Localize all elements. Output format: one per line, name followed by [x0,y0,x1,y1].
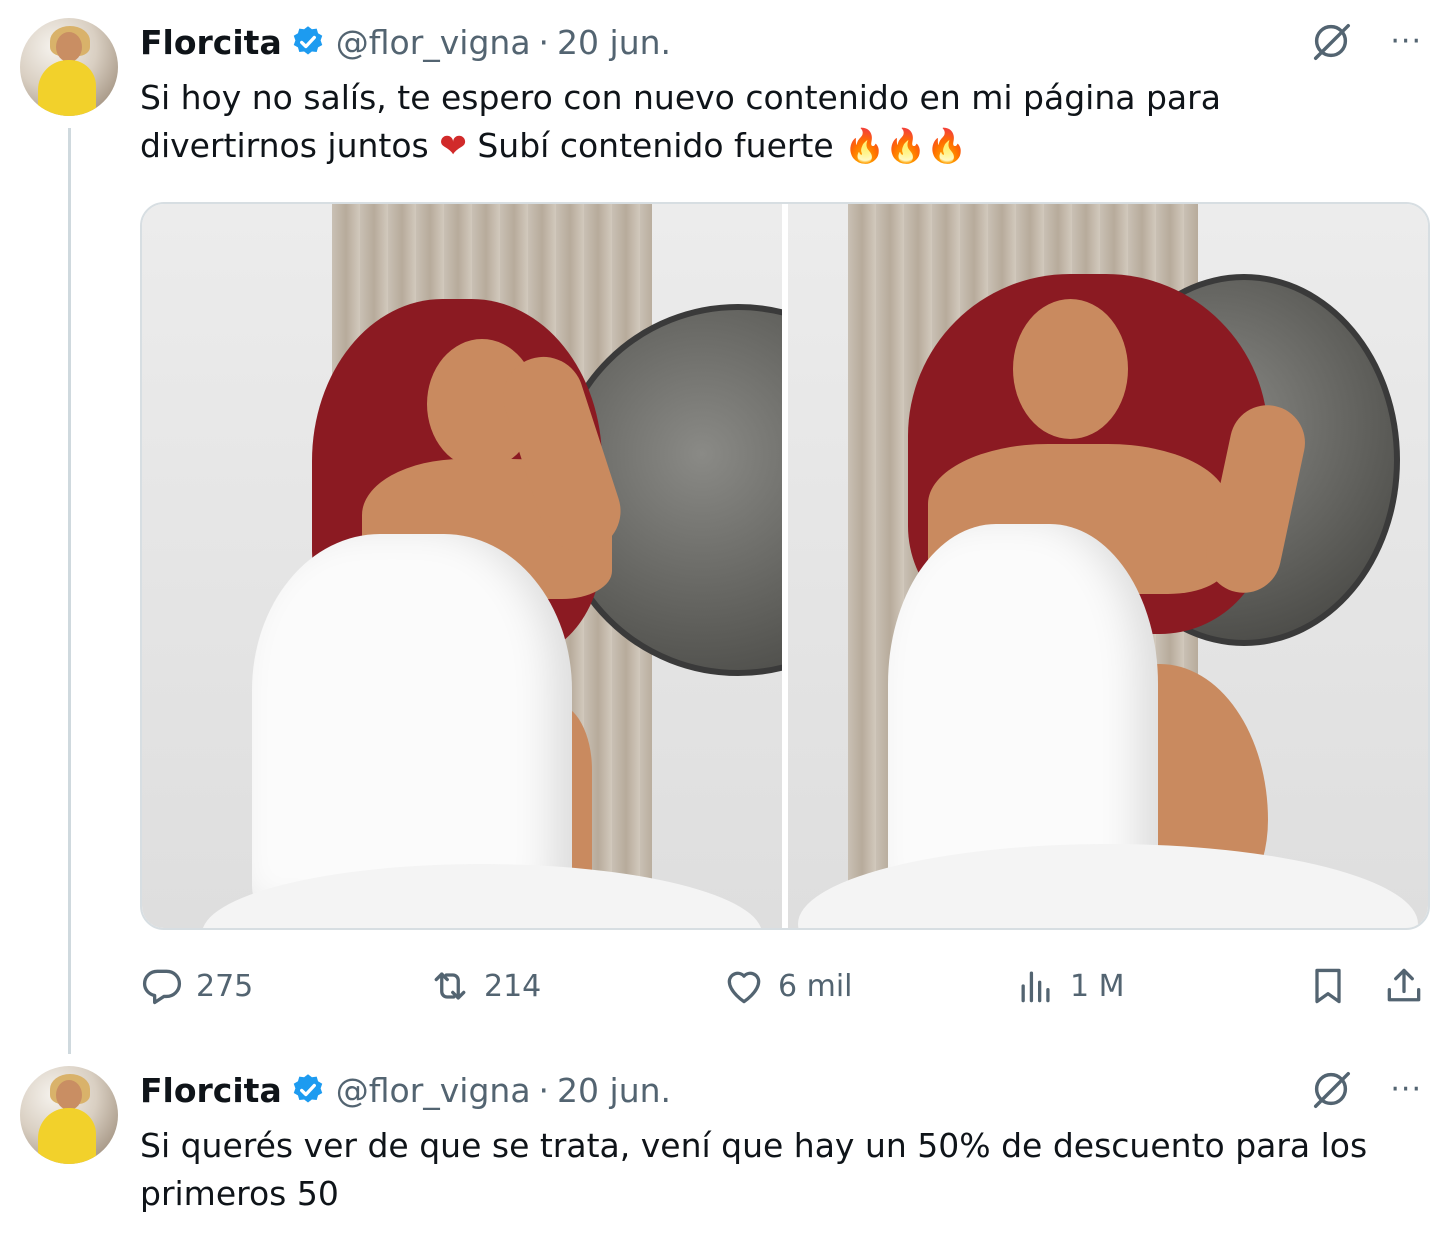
repost-button[interactable]: 214 [428,958,541,1014]
fire-emoji: 🔥🔥🔥 [844,126,968,165]
timestamp[interactable]: 20 jun. [557,1071,671,1110]
tweet-text: Si querés ver de que se trata, vení que … [140,1126,1368,1213]
tweet-top-actions: ··· [1308,1066,1422,1112]
like-count: 6 mil [778,968,853,1004]
bookmark-button[interactable] [1306,958,1350,1014]
avatar-body-shape [38,1108,96,1164]
handle[interactable]: @flor_vigna [336,1071,531,1110]
like-button[interactable]: 6 mil [722,958,853,1014]
photo-head [1013,299,1128,439]
tweet-text-part: Subí contenido fuerte [466,126,845,165]
tweet-header: Florcita @flor_vigna · 20 jun. [140,1068,671,1112]
media-grid [140,202,1430,930]
reply-button[interactable]: 275 [140,958,253,1014]
avatar-body-shape [38,60,96,116]
tweet-top-actions: ··· [1308,18,1422,64]
bookmark-icon [1315,968,1341,1004]
thread-line [68,128,71,1054]
heart-emoji: ❤ [439,126,467,165]
verified-badge-icon [293,1074,322,1103]
avatar[interactable] [20,1066,118,1164]
heart-icon [727,971,761,1004]
reply-icon [142,969,182,1005]
avatar-head-shape [56,32,82,62]
grok-icon[interactable] [1308,18,1354,64]
views-count: 1 M [1070,968,1125,1004]
avatar[interactable] [20,18,118,116]
tweet-text-line-2: divertirnos juntos ❤ Subí contenido fuer… [140,122,1410,170]
more-options-icon[interactable]: ··· [1390,24,1422,59]
timestamp[interactable]: 20 jun. [557,23,671,62]
tweet-text-part: divertirnos juntos [140,126,440,165]
display-name[interactable]: Florcita [140,1071,282,1110]
views-button[interactable]: 1 M [1014,958,1125,1014]
more-options-icon[interactable]: ··· [1390,1072,1422,1107]
views-chart-icon [1021,971,1050,1003]
avatar-head-shape [56,1080,82,1110]
share-icon [1387,968,1421,1002]
share-button[interactable] [1382,958,1426,1014]
display-name[interactable]: Florcita [140,23,282,62]
repost-count: 214 [484,968,542,1004]
separator-dot: · [538,22,550,62]
handle[interactable]: @flor_vigna [336,23,531,62]
repost-icon [434,972,466,1000]
tweet-text: Si hoy no salís, te espero con nuevo con… [140,74,1410,170]
photo-1[interactable] [142,204,782,928]
tweet-text-line-1: Si hoy no salís, te espero con nuevo con… [140,78,1221,117]
reply-count: 275 [196,968,254,1004]
tweet-header: Florcita @flor_vigna · 20 jun. [140,20,671,64]
grok-icon[interactable] [1308,1066,1354,1112]
separator-dot: · [538,1070,550,1110]
photo-2[interactable] [788,204,1428,928]
verified-badge-icon [293,26,322,55]
tweet-actions: 275 214 6 mil 1 M [140,958,1430,1014]
